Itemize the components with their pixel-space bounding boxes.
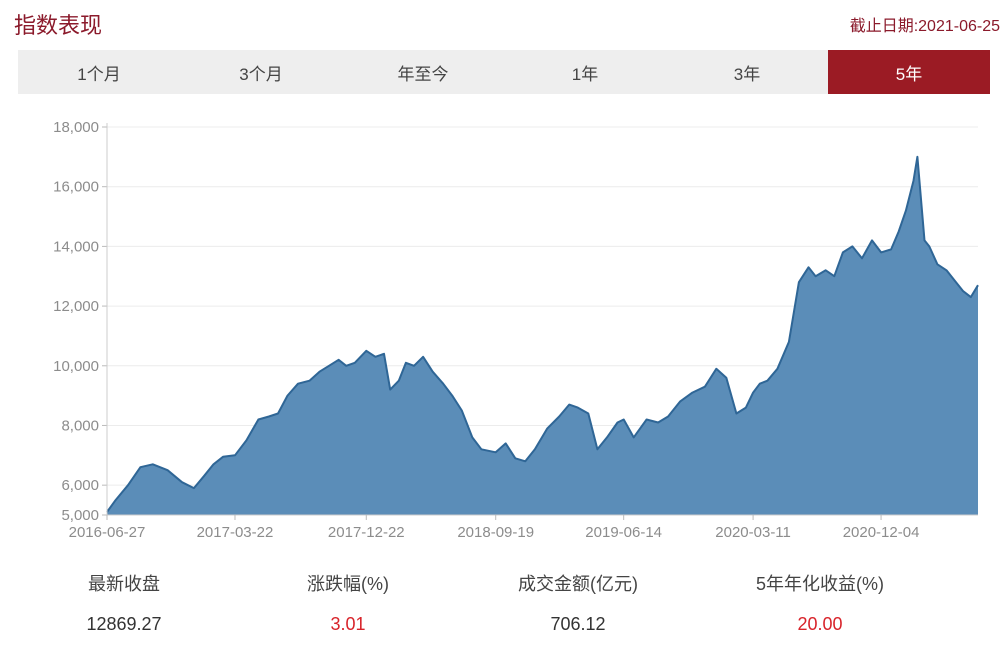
x-tick-label: 2019-06-14 xyxy=(585,524,662,541)
stat-label: 5年年化收益(%) xyxy=(755,574,884,594)
y-tick-label: 8,000 xyxy=(61,417,99,434)
x-tick-label: 2020-12-04 xyxy=(843,524,920,541)
stat-latest-close: 最新收盘 12869.27 xyxy=(24,570,224,635)
stats-panel: 最新收盘 12869.27 涨跌幅(%) 3.01 成交金额(亿元) 706.1… xyxy=(0,570,1006,650)
tab-ytd[interactable]: 年至今 xyxy=(342,50,504,94)
page-title: 指数表现 xyxy=(14,13,103,38)
stat-turnover: 成交金额(亿元) 706.12 xyxy=(478,570,678,635)
tab-3-years[interactable]: 3年 xyxy=(666,50,828,94)
x-tick-label: 2017-12-22 xyxy=(328,524,405,541)
y-tick-label: 14,000 xyxy=(53,238,99,255)
area-layer xyxy=(106,155,979,516)
tab-3-months[interactable]: 3个月 xyxy=(180,50,342,94)
as-of-date: 截止日期:2021-06-25 xyxy=(849,18,1000,35)
tab-1-month[interactable]: 1个月 xyxy=(18,50,180,94)
period-tabs: 1个月 3个月 年至今 1年 3年 5年 xyxy=(18,50,990,94)
x-tick-label: 2017-03-22 xyxy=(197,524,274,541)
stat-value: 706.12 xyxy=(550,614,606,634)
stat-value: 3.01 xyxy=(330,614,366,634)
x-tick-label: 2020-03-11 xyxy=(715,524,791,541)
y-tick-label: 10,000 xyxy=(53,358,99,375)
stat-value: 12869.27 xyxy=(86,614,162,634)
y-tick-label: 5,000 xyxy=(61,507,99,524)
stat-label: 最新收盘 xyxy=(88,574,160,594)
y-tick-label: 6,000 xyxy=(61,477,99,494)
stat-annualized-return: 5年年化收益(%) 20.00 xyxy=(720,570,920,635)
x-tick-label: 2016-06-27 xyxy=(69,524,146,541)
x-tick-label: 2018-09-19 xyxy=(457,524,534,541)
y-tick-label: 12,000 xyxy=(53,298,99,315)
y-tick-label: 16,000 xyxy=(53,179,99,196)
y-tick-label: 18,000 xyxy=(53,119,99,136)
series-area xyxy=(107,156,978,516)
index-chart: 5,000 6,000 8,000 10,000 12,000 14,000 16,000 1… xyxy=(53,119,979,541)
tab-5-years[interactable]: 5年 xyxy=(828,50,990,94)
stat-label: 涨跌幅(%) xyxy=(307,574,389,594)
tab-1-year[interactable]: 1年 xyxy=(504,50,666,94)
stat-value: 20.00 xyxy=(797,614,843,634)
stat-label: 成交金额(亿元) xyxy=(518,574,638,594)
stat-change: 涨跌幅(%) 3.01 xyxy=(248,570,448,635)
